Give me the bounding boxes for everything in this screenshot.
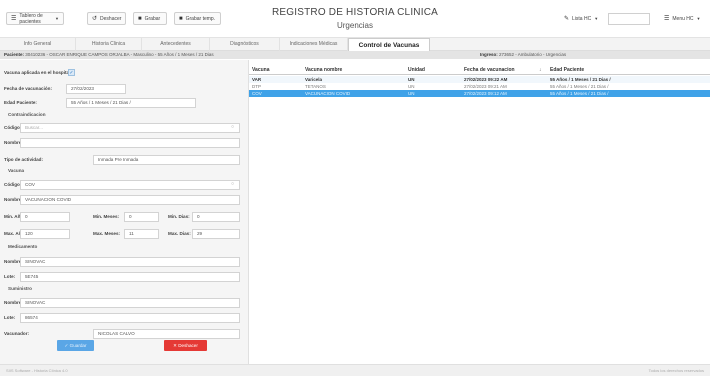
med-nombre-field[interactable]: SINOVAC [20,257,240,267]
sum-nombre-field[interactable]: SINOVAC [20,298,240,308]
pencil-icon: ✎ [564,16,570,22]
tipo-actividad-field[interactable]: Inmada Pre Inmada [93,155,240,165]
search-icon[interactable]: ○ [231,181,234,187]
vacunador-label: Vacunador: [4,331,30,336]
med-lote-label: Lote: [4,274,16,279]
cell-unidad: UN [408,84,415,89]
col-header-vacuna-nombre[interactable]: Vacuna nombre [305,67,342,73]
sort-down-icon[interactable]: ↓ [539,67,542,73]
min-meses-field[interactable]: 0 [124,212,159,222]
suministro-section: Suministro [8,286,32,291]
cell-unidad: UN [408,91,415,96]
ci-codigo-search-input[interactable]: Buscar... [20,123,240,133]
vacuna-hospital-checkbox[interactable]: ✓ [68,69,75,76]
table-row-selected[interactable]: COV VACUNACION COVID UN 27/02/2023 09:12… [249,90,710,97]
hc-search-input[interactable] [608,13,650,25]
undo-button-label: Deshacer [178,343,198,348]
vacuna-hospital-label: Vacuna aplicada en el hospital [4,70,71,75]
save-button-label: Guardar [69,343,87,348]
undo-button[interactable]: ✕ Deshacer [164,340,207,351]
max-dias-field[interactable]: 29 [192,229,240,239]
cell-vacuna: DTP [252,84,261,89]
min-anos-field[interactable]: 0 [20,212,70,222]
tab-bar: Info General Historia Clinica Antecedent… [0,38,710,51]
cell-vacuna-nombre: Varicela [305,77,323,82]
col-header-fecha[interactable]: Fecha de vacunacion [464,67,515,73]
vaccine-form: Vacuna aplicada en el hospital ✓ Fecha d… [0,60,249,364]
cell-fecha: 27/02/2023 09:12 AM [464,91,507,96]
chevron-down-icon: ▼ [594,16,599,21]
cell-fecha: 27/02/2023 09:22 AM [464,77,508,82]
footer-right-text: Todos los derechos reservados [648,368,704,373]
cell-unidad: UN [408,77,415,82]
cell-vacuna: COV [252,91,262,96]
ci-nombre-field[interactable] [20,138,240,148]
edad-label: Edad Paciente: [4,100,37,105]
table-row[interactable]: DTP TETANOS UN 27/02/2023 09:21 AM 55 Añ… [249,83,710,90]
sum-lote-field[interactable]: 86574 [20,313,240,323]
patient-info-bar: Paciente: 30410236 - OSCAR ENRIQUE CAMPO… [0,51,710,59]
table-row[interactable]: VAR Varicela UN 27/02/2023 09:22 AM 55 A… [249,76,710,83]
ingreso-info: Ingreso: 273652 - Ambulatorio - Urgencia… [480,51,566,59]
patient-label: Paciente: [4,52,25,57]
cell-edad: 55 Años / 1 Meses / 21 Dias / [550,77,611,82]
cell-edad: 55 Años / 1 Meses / 21 Dias / [550,84,609,89]
save-button[interactable]: ✓ Guardar [57,340,94,351]
cell-vacuna-nombre: TETANOS [305,84,326,89]
table-header: Vacuna Vacuna nombre Unidad Fecha de vac… [249,66,710,75]
cell-vacuna-nombre: VACUNACION COVID [305,91,351,96]
max-dias-label: Max. Dias: [168,231,191,236]
tab-info-general[interactable]: Info General [0,38,76,51]
v-codigo-search-input[interactable]: COV [20,180,240,190]
med-lote-field[interactable]: 5E745 [20,272,240,282]
edad-field: 55 Años / 1 Meses / 21 Dias / [66,98,196,108]
ingreso-label: Ingreso: [480,52,498,57]
top-toolbar: ☰ Tablero de pacientes ▼ ↺ Deshacer ■ Gr… [0,0,710,38]
col-header-vacuna[interactable]: Vacuna [252,67,270,73]
max-meses-field[interactable]: 11 [124,229,159,239]
max-meses-label: Max. Meses: [93,231,121,236]
status-footer: SIIS Software - Historia Clínica 4.0 Tod… [0,364,710,376]
medicamento-section: Medicamento [8,244,38,249]
ci-codigo-label: Código: [4,125,22,130]
footer-left-text: SIIS Software - Historia Clínica 4.0 [6,368,68,373]
tab-historia-clinica[interactable]: Historia Clinica [76,38,142,51]
cell-edad: 55 Años / 1 Meses / 21 Dias / [550,91,609,96]
tab-diagnosticos[interactable]: Diagnósticos [210,38,280,51]
vaccines-table: Vacuna Vacuna nombre Unidad Fecha de vac… [249,60,710,364]
sum-lote-label: Lote: [4,315,16,320]
menu-hc-button[interactable]: ☰ Menu HC ▼ [660,12,706,25]
v-nombre-field[interactable]: VACUNACION COVID [20,195,240,205]
search-icon[interactable]: ○ [231,124,234,130]
cell-fecha: 27/02/2023 09:21 AM [464,84,507,89]
list-hc-label: Lista HC [572,15,592,22]
fecha-label: Fecha de vacunación: [4,86,52,91]
cell-vacuna: VAR [252,77,262,82]
fecha-field[interactable]: 27/02/2023 [66,84,126,94]
tab-indicaciones-medicas[interactable]: Indicaciones Médicas [280,38,348,51]
col-header-unidad[interactable]: Unidad [408,67,425,73]
min-meses-label: Min. Meses: [93,214,120,219]
col-header-edad[interactable]: Edad Paciente [550,67,584,73]
min-dias-field[interactable]: 0 [192,212,240,222]
tab-antecedentes[interactable]: Antecedentes [142,38,210,51]
tipo-actividad-label: Tipo de actividad: [4,157,43,162]
vacunador-field[interactable]: NICOLAS CALVO [93,329,240,339]
ingreso-value: 273652 - Ambulatorio - Urgencias [499,52,567,57]
vacuna-section: Vacuna [8,168,25,173]
menu-hc-label: Menu HC [672,15,694,22]
patient-value: 30410236 - OSCAR ENRIQUE CAMPOS ORJALBA … [25,52,214,57]
menu-icon: ☰ [664,16,670,22]
max-anos-field[interactable]: 120 [20,229,70,239]
chevron-down-icon: ▼ [696,16,701,21]
tab-control-vacunas[interactable]: Control de Vacunas [348,38,430,51]
min-dias-label: Min. Dias: [168,214,190,219]
contraindicacion-section: Contraindicacion [8,112,46,117]
list-hc-button[interactable]: ✎ Lista HC ▼ [560,12,604,25]
